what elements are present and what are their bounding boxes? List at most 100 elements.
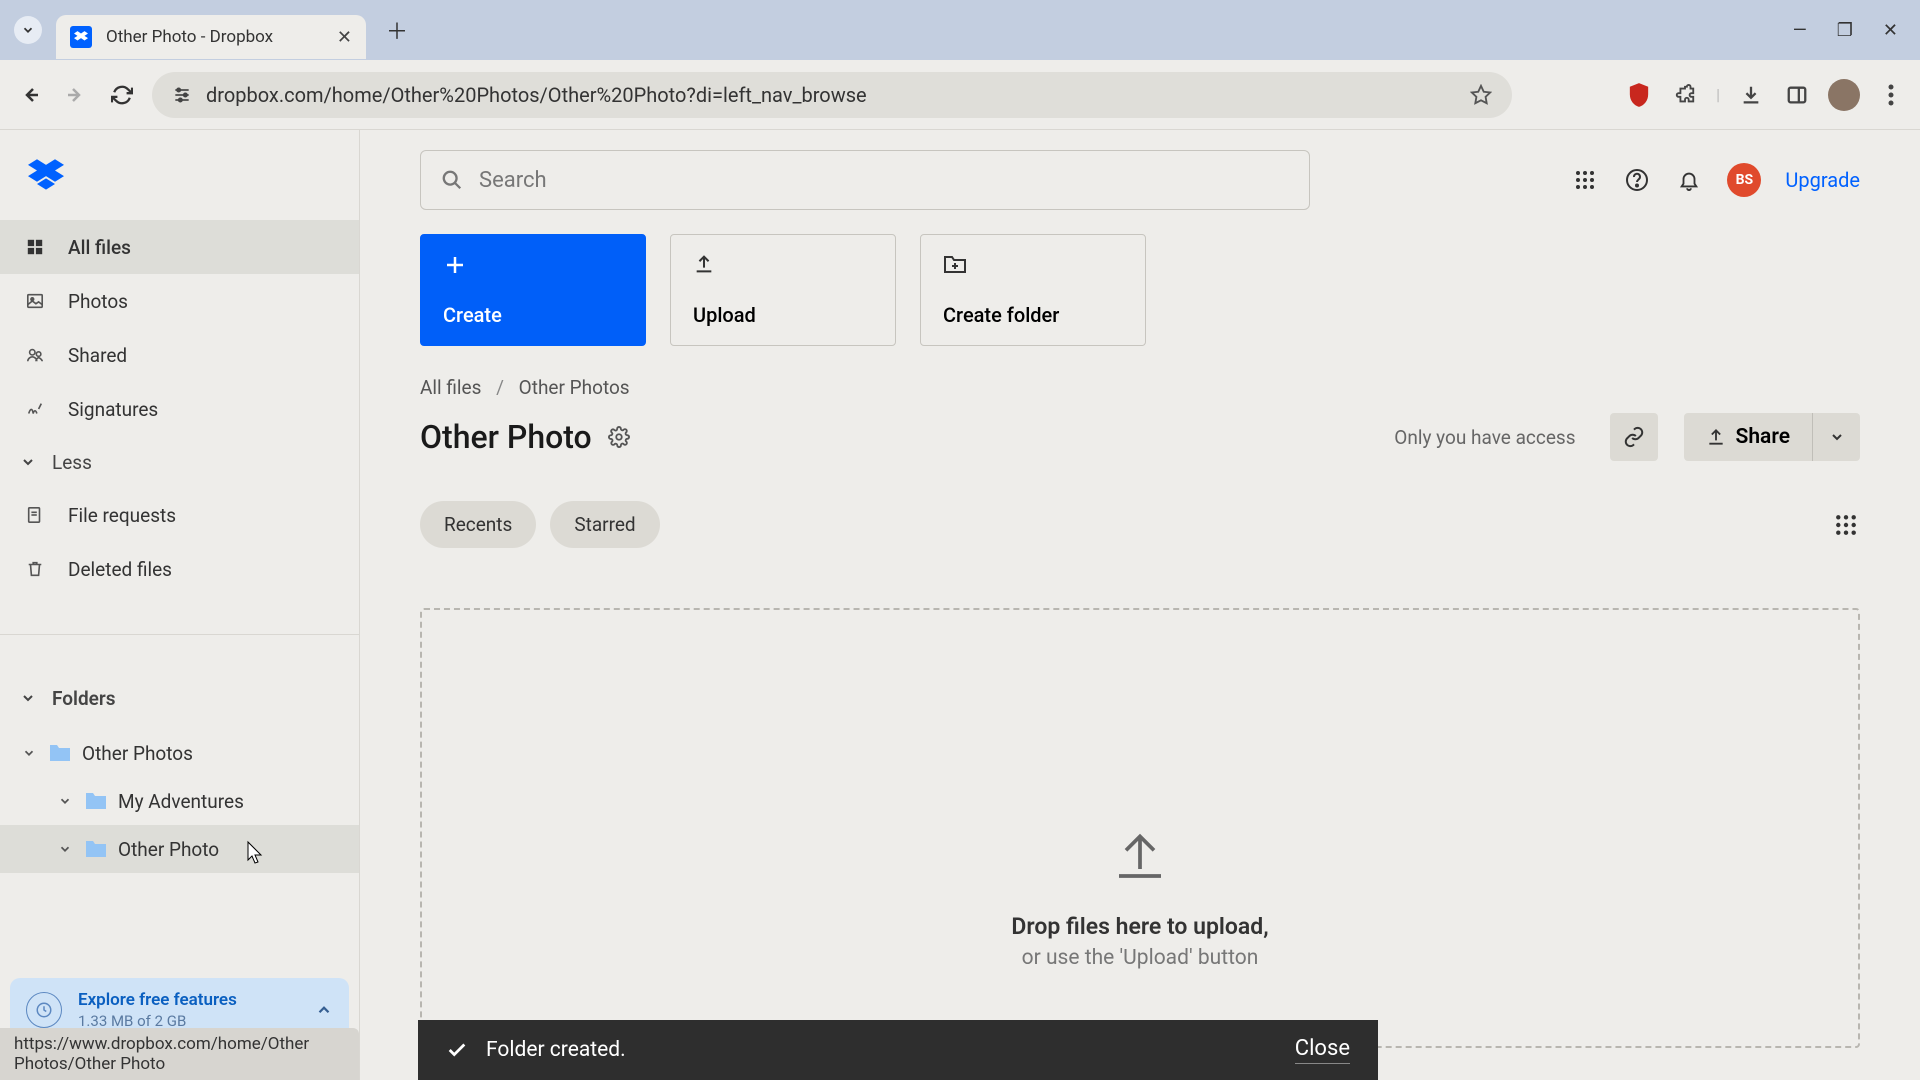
chevron-down-icon bbox=[1829, 429, 1845, 445]
tree-item-label: Other Photo bbox=[118, 838, 219, 861]
dropbox-logo-icon bbox=[28, 159, 64, 191]
sidebar-item-less[interactable]: Less bbox=[0, 436, 359, 488]
dropzone-title: Drop files here to upload, bbox=[1011, 913, 1268, 940]
download-icon bbox=[1740, 84, 1762, 106]
sidebar-item-deleted-files[interactable]: Deleted files bbox=[0, 542, 359, 596]
page-title: Other Photo bbox=[420, 418, 592, 456]
link-hover-status: https://www.dropbox.com/home/Other Photo… bbox=[0, 1028, 359, 1080]
sidepanel-button[interactable] bbox=[1782, 80, 1812, 110]
chrome-menu-button[interactable] bbox=[1876, 80, 1906, 110]
sidebar-item-label: All files bbox=[68, 236, 131, 259]
help-button[interactable] bbox=[1623, 166, 1651, 194]
sidepanel-icon bbox=[1786, 84, 1808, 106]
sidebar-item-label: Photos bbox=[68, 290, 128, 313]
kebab-icon bbox=[1888, 84, 1894, 106]
photos-icon bbox=[24, 292, 46, 310]
breadcrumb: All files / Other Photos bbox=[420, 376, 1860, 399]
folder-settings-button[interactable] bbox=[608, 426, 630, 448]
grid-icon bbox=[1835, 514, 1857, 536]
maximize-button[interactable]: ❐ bbox=[1837, 20, 1853, 41]
file-dropzone[interactable]: Drop files here to upload, or use the 'U… bbox=[420, 608, 1860, 1048]
apps-grid-button[interactable] bbox=[1571, 166, 1599, 194]
breadcrumb-all-files[interactable]: All files bbox=[420, 376, 481, 399]
access-status: Only you have access bbox=[1394, 426, 1575, 449]
close-window-button[interactable]: ✕ bbox=[1883, 20, 1898, 41]
sidebar-item-file-requests[interactable]: File requests bbox=[0, 488, 359, 542]
upgrade-link[interactable]: Upgrade bbox=[1785, 168, 1860, 192]
downloads-button[interactable] bbox=[1736, 80, 1766, 110]
chevron-down-icon bbox=[20, 746, 38, 760]
back-button[interactable] bbox=[14, 79, 46, 111]
reload-button[interactable] bbox=[106, 79, 138, 111]
site-settings-icon[interactable] bbox=[172, 85, 192, 105]
folders-label: Folders bbox=[52, 687, 115, 710]
arrow-left-icon bbox=[18, 83, 42, 107]
chrome-profile-avatar[interactable] bbox=[1828, 79, 1860, 111]
folder-plus-icon bbox=[943, 253, 1123, 275]
puzzle-icon bbox=[1674, 84, 1696, 106]
gear-icon bbox=[608, 426, 630, 448]
search-input[interactable]: Search bbox=[420, 150, 1310, 210]
share-button[interactable]: Share bbox=[1684, 413, 1812, 461]
chip-recents[interactable]: Recents bbox=[420, 501, 536, 548]
chevron-down-icon bbox=[20, 690, 36, 706]
chip-starred[interactable]: Starred bbox=[550, 501, 659, 548]
user-avatar[interactable]: BS bbox=[1727, 163, 1761, 197]
chevron-up-icon bbox=[315, 1001, 333, 1019]
copy-link-button[interactable] bbox=[1610, 413, 1658, 461]
bookmark-star-icon[interactable] bbox=[1470, 84, 1492, 106]
upload-icon bbox=[693, 253, 873, 275]
extensions-button[interactable] bbox=[1670, 80, 1700, 110]
action-label: Create bbox=[443, 303, 623, 327]
files-icon bbox=[24, 238, 46, 256]
share-icon bbox=[1706, 427, 1726, 447]
browser-tab[interactable]: Other Photo - Dropbox ✕ bbox=[56, 15, 366, 59]
tree-item-other-photo[interactable]: Other Photo bbox=[0, 825, 359, 873]
share-dropdown-button[interactable] bbox=[1812, 413, 1860, 461]
sidebar-item-label: File requests bbox=[68, 504, 176, 527]
sidebar-item-signatures[interactable]: Signatures bbox=[0, 382, 359, 436]
plus-icon bbox=[443, 253, 623, 277]
address-bar[interactable]: dropbox.com/home/Other%20Photos/Other%20… bbox=[152, 72, 1512, 118]
folder-icon bbox=[84, 791, 108, 811]
notifications-button[interactable] bbox=[1675, 166, 1703, 194]
dropbox-logo[interactable] bbox=[0, 130, 359, 220]
forward-button[interactable] bbox=[60, 79, 92, 111]
sidebar-item-label: Less bbox=[52, 451, 92, 474]
tab-title: Other Photo - Dropbox bbox=[106, 27, 325, 47]
tree-item-my-adventures[interactable]: My Adventures bbox=[0, 777, 359, 825]
create-button[interactable]: Create bbox=[420, 234, 646, 346]
action-label: Upload bbox=[693, 303, 873, 327]
upload-button[interactable]: Upload bbox=[670, 234, 896, 346]
bell-icon bbox=[1678, 168, 1700, 192]
minimize-button[interactable]: — bbox=[1793, 20, 1807, 41]
main-content: Search BS Upgrade Create Upload Cre bbox=[360, 130, 1920, 1080]
sidebar-item-photos[interactable]: Photos bbox=[0, 274, 359, 328]
create-folder-button[interactable]: Create folder bbox=[920, 234, 1146, 346]
new-tab-button[interactable]: ＋ bbox=[386, 14, 408, 46]
clock-icon bbox=[26, 992, 62, 1028]
toast-notification: Folder created. Close bbox=[418, 1020, 1378, 1080]
tree-item-other-photos[interactable]: Other Photos bbox=[0, 729, 359, 777]
dropzone-subtitle: or use the 'Upload' button bbox=[1022, 946, 1259, 970]
breadcrumb-parent[interactable]: Other Photos bbox=[519, 376, 630, 399]
tab-close-button[interactable]: ✕ bbox=[337, 27, 352, 48]
share-label: Share bbox=[1736, 425, 1790, 449]
tab-search-button[interactable] bbox=[14, 16, 42, 44]
chevron-down-icon bbox=[21, 23, 35, 37]
toast-close-button[interactable]: Close bbox=[1295, 1036, 1350, 1064]
shared-icon bbox=[24, 346, 46, 364]
view-toggle-button[interactable] bbox=[1832, 511, 1860, 539]
chevron-down-icon bbox=[56, 842, 74, 856]
extension-ublock-icon[interactable] bbox=[1624, 80, 1654, 110]
trash-icon bbox=[24, 560, 46, 578]
sidebar-item-all-files[interactable]: All files bbox=[0, 220, 359, 274]
sidebar-item-shared[interactable]: Shared bbox=[0, 328, 359, 382]
search-placeholder: Search bbox=[479, 168, 547, 193]
reload-icon bbox=[111, 84, 133, 106]
browser-toolbar: dropbox.com/home/Other%20Photos/Other%20… bbox=[0, 60, 1920, 130]
sidebar-item-label: Deleted files bbox=[68, 558, 172, 581]
sidebar: All files Photos Shared Signatures Less … bbox=[0, 130, 360, 1080]
window-controls: — ❐ ✕ bbox=[1793, 20, 1912, 41]
sidebar-folders-header[interactable]: Folders bbox=[0, 634, 359, 729]
